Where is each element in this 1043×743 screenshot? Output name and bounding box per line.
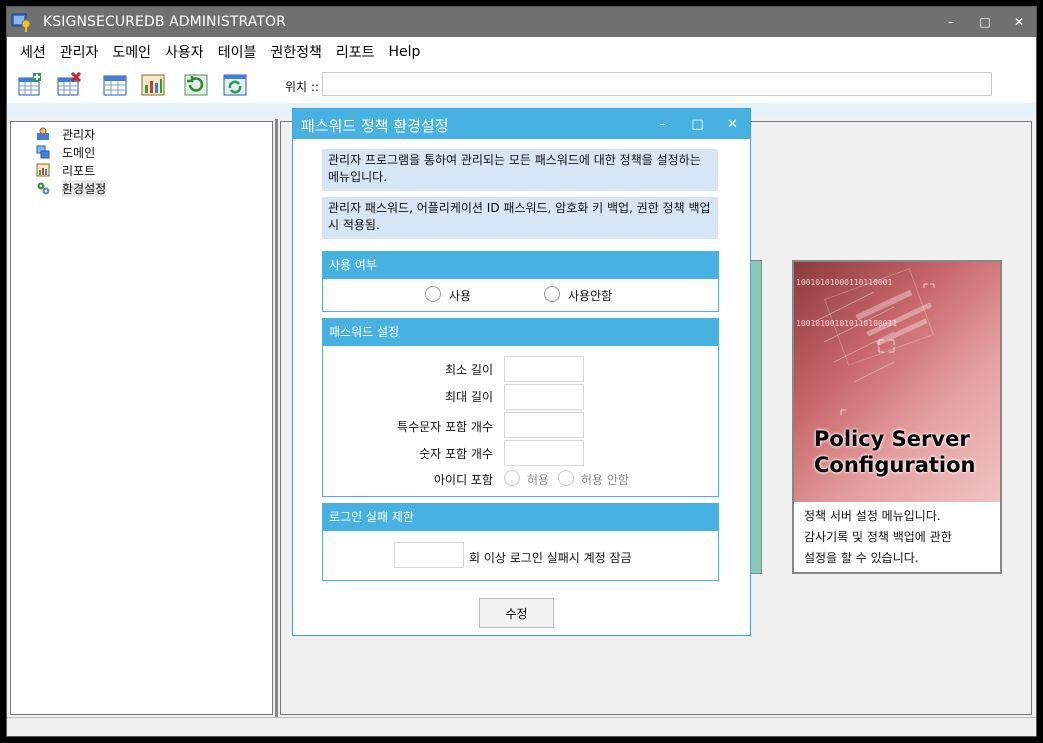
add-table-icon[interactable] <box>17 72 43 98</box>
domain-icon <box>36 145 50 159</box>
id-allow-label: 허용 <box>527 473 550 487</box>
menu-policy[interactable]: 권한정책 <box>263 42 329 62</box>
title-bar: KSIGNSECUREDB ADMINISTRATOR – □ ✕ <box>7 7 1036 37</box>
refresh-icon[interactable] <box>222 72 248 98</box>
settings-icon <box>37 182 50 195</box>
panel-splitter[interactable] <box>275 119 278 717</box>
app-logo-icon <box>11 13 31 32</box>
password-settings-section: 패스워드 설정 최소 길이 최대 길이 특수문자 포함 개수 숫자 포함 개수 … <box>322 318 719 497</box>
usage-section-header: 사용 여부 <box>323 252 718 279</box>
menu-session[interactable]: 세션 <box>13 42 53 62</box>
max-length-input[interactable] <box>504 384 584 410</box>
menu-bar: 세션 관리자 도메인 사용자 테이블 권한정책 리포트 Help <box>7 37 1036 67</box>
menu-table[interactable]: 테이블 <box>211 42 264 62</box>
menu-domain[interactable]: 도메인 <box>105 42 158 62</box>
report-icon <box>36 163 50 177</box>
menu-user[interactable]: 사용자 <box>158 42 211 62</box>
tree-label-settings: 환경설정 <box>62 179 107 197</box>
id-disallow-radio[interactable] <box>558 470 574 486</box>
chart-icon[interactable] <box>140 72 166 98</box>
dialog-close-button[interactable]: ✕ <box>715 109 750 139</box>
policy-server-image: 10010101000110110001 1001010010101101000… <box>794 262 1000 502</box>
dialog-info-description: 관리자 프로그램을 통하여 관리되는 모든 패스워드에 대한 정책을 설정하는 … <box>322 149 718 191</box>
tree-item-settings[interactable]: 환경설정 <box>36 179 107 197</box>
id-disallow-label: 허용 안함 <box>581 473 629 487</box>
dialog-title-bar[interactable]: 패스워드 정책 환경설정 – □ ✕ <box>293 109 750 139</box>
close-button[interactable]: ✕ <box>1002 7 1036 37</box>
dialog-title: 패스워드 정책 환경설정 <box>301 117 449 135</box>
main-window: KSIGNSECUREDB ADMINISTRATOR – □ ✕ 세션 관리자… <box>6 6 1037 737</box>
location-input[interactable] <box>322 72 992 96</box>
menu-help[interactable]: Help <box>382 44 428 60</box>
tree-item-report[interactable]: 리포트 <box>36 161 95 179</box>
not-use-radio-label: 사용안함 <box>568 289 613 303</box>
card-description: 정책 서버 설정 메뉴입니다. 감사기록 및 정책 백업에 관한 설정을 할 수… <box>804 509 952 565</box>
minimize-button[interactable]: – <box>934 7 968 37</box>
special-count-input[interactable] <box>504 412 584 438</box>
location-label: 위치 :: <box>285 80 319 94</box>
use-radio-label: 사용 <box>449 289 472 303</box>
use-radio[interactable] <box>425 286 441 302</box>
special-count-label: 특수문자 포함 개수 <box>397 420 493 434</box>
login-fail-suffix-label: 회 이상 로그인 실패시 계정 잠금 <box>469 551 632 565</box>
card-binary-text: 10010101000110110001 1001010010101101000… <box>796 278 898 328</box>
min-length-label: 최소 길이 <box>445 363 493 377</box>
table-icon[interactable] <box>102 72 128 98</box>
usage-section: 사용 여부 사용 사용안함 <box>322 251 719 312</box>
id-allow-radio[interactable] <box>504 470 520 486</box>
id-include-label: 아이디 포함 <box>433 473 493 487</box>
digit-count-input[interactable] <box>504 440 584 466</box>
menu-report[interactable]: 리포트 <box>329 42 382 62</box>
modify-button[interactable]: 수정 <box>479 598 554 628</box>
status-bar <box>7 717 1036 736</box>
app-title: KSIGNSECUREDB ADMINISTRATOR <box>43 14 286 30</box>
dialog-info-scope: 관리자 패스워드, 어플리케이션 ID 패스워드, 암호화 키 백업, 권한 정… <box>322 197 718 239</box>
tree-label-domain: 도메인 <box>62 145 96 160</box>
dialog-maximize-button[interactable]: □ <box>680 109 715 139</box>
digit-count-label: 숫자 포함 개수 <box>419 447 493 461</box>
login-section-header: 로그인 실패 제한 <box>323 504 718 531</box>
navigation-tree: 관리자 도메인 리포트 환경설정 <box>10 121 273 715</box>
min-length-input[interactable] <box>504 356 584 382</box>
admin-icon <box>37 127 49 140</box>
toolbar: 위치 :: <box>7 67 1036 103</box>
not-use-radio[interactable] <box>544 286 560 302</box>
login-fail-count-input[interactable] <box>394 542 464 568</box>
dialog-minimize-button[interactable]: – <box>645 109 680 139</box>
tree-label-admin: 관리자 <box>62 127 96 142</box>
card-title: Policy Server Configuration <box>814 427 976 477</box>
tree-item-domain[interactable]: 도메인 <box>36 143 95 161</box>
password-section-header: 패스워드 설정 <box>323 319 718 346</box>
max-length-label: 최대 길이 <box>445 390 493 404</box>
policy-server-card[interactable]: 10010101000110110001 1001010010101101000… <box>792 260 1002 574</box>
tree-item-admin[interactable]: 관리자 <box>36 125 95 143</box>
password-policy-dialog: 패스워드 정책 환경설정 – □ ✕ 관리자 프로그램을 통하여 관리되는 모든… <box>292 108 751 636</box>
login-failure-section: 로그인 실패 제한 회 이상 로그인 실패시 계정 잠금 <box>322 503 719 581</box>
delete-table-icon[interactable] <box>56 72 82 98</box>
refresh-back-icon[interactable] <box>183 72 209 98</box>
maximize-button[interactable]: □ <box>968 7 1002 37</box>
tree-label-report: 리포트 <box>62 163 96 178</box>
menu-admin[interactable]: 관리자 <box>53 42 106 62</box>
